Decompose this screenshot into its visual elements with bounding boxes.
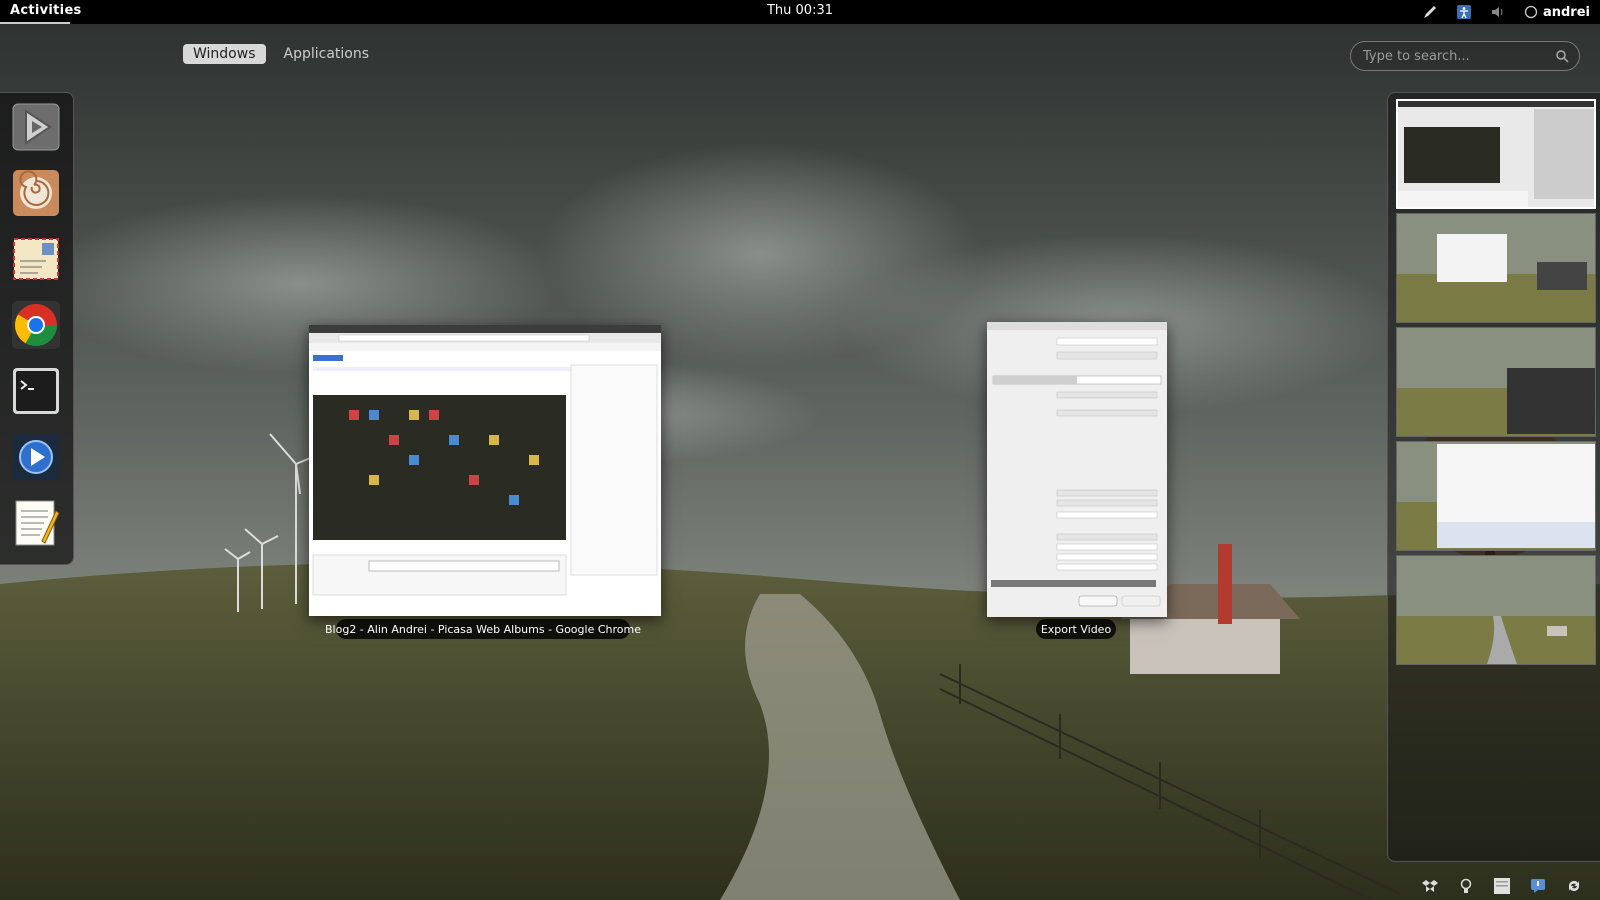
user-name: andrei	[1542, 4, 1590, 20]
media-player-icon[interactable]	[12, 433, 60, 481]
user-menu[interactable]: andrei	[1524, 5, 1590, 20]
workspace-thumbnail[interactable]	[1396, 99, 1596, 209]
tab-applications[interactable]: Applications	[274, 44, 380, 64]
clock-label[interactable]: Thu 00:31	[767, 3, 833, 18]
pen-icon[interactable]	[1422, 4, 1438, 20]
chrome-icon[interactable]	[12, 301, 60, 349]
window-caption[interactable]: Blog2 - Alin Andrei - Picasa Web Albums …	[325, 619, 641, 639]
document-icon[interactable]	[1492, 876, 1512, 896]
desktop-wallpaper	[0, 24, 1600, 900]
workspace-thumbnail[interactable]	[1396, 327, 1596, 437]
totem-play-icon[interactable]	[12, 103, 60, 151]
tab-windows[interactable]: Windows	[183, 44, 266, 64]
accessibility-icon[interactable]	[1456, 4, 1472, 20]
view-selector: Windows Applications	[183, 44, 379, 64]
workspace-thumbnail[interactable]	[1396, 213, 1596, 323]
search-box[interactable]	[1350, 41, 1580, 71]
nautilus-shell-icon[interactable]	[12, 169, 60, 217]
status-area: andrei	[1422, 0, 1590, 24]
search-icon	[1556, 50, 1569, 63]
update-icon[interactable]	[1564, 876, 1584, 896]
notification-icon[interactable]	[1528, 876, 1548, 896]
message-tray	[1420, 876, 1584, 896]
terminal-icon[interactable]	[12, 367, 60, 415]
volume-icon[interactable]	[1490, 4, 1506, 20]
text-editor-icon[interactable]	[12, 499, 60, 547]
activities-button[interactable]: Activities	[10, 3, 82, 18]
window-caption[interactable]: Export Video	[1036, 619, 1116, 639]
workspace-switcher	[1387, 92, 1600, 862]
mail-envelope-icon[interactable]	[12, 235, 60, 283]
bulb-icon[interactable]	[1456, 876, 1476, 896]
search-input[interactable]	[1363, 48, 1543, 64]
activities-indicator	[0, 22, 70, 24]
top-panel: Activities Thu 00:31 andrei	[0, 0, 1600, 24]
workspace-thumbnail[interactable]	[1396, 441, 1596, 551]
window-preview-chrome[interactable]	[309, 325, 661, 616]
user-status-icon	[1524, 5, 1538, 19]
dash	[0, 92, 74, 565]
workspace-thumbnail[interactable]	[1396, 555, 1596, 665]
dropbox-icon[interactable]	[1420, 876, 1440, 896]
clock: Thu 00:31	[0, 3, 1600, 18]
window-preview-export-video[interactable]	[987, 322, 1167, 617]
